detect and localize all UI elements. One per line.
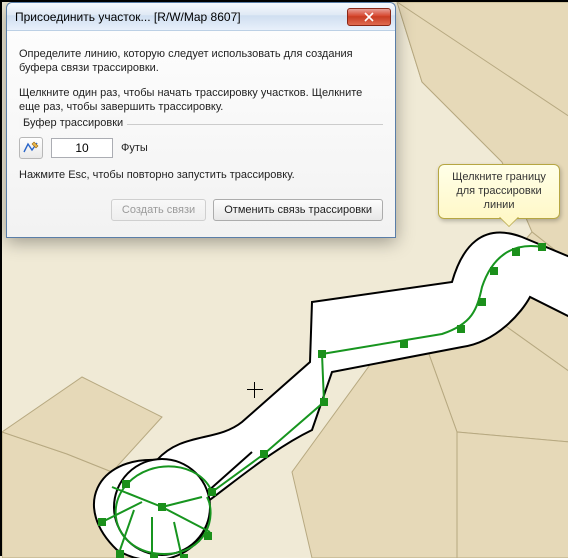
trace-tool-button[interactable] (19, 137, 43, 159)
instruction-line-1: Определите линию, которую следует исполь… (19, 47, 383, 76)
close-button[interactable] (347, 8, 391, 26)
buffer-group-label: Буфер трассировки (19, 117, 127, 129)
buffer-group: Буфер трассировки Футы (19, 124, 383, 159)
buffer-units-label: Футы (121, 142, 148, 154)
trace-pencil-icon (23, 141, 39, 155)
create-links-button[interactable]: Создать связи (111, 199, 206, 221)
instruction-line-2: Щелкните один раз, чтобы начать трассиро… (19, 86, 383, 115)
dialog-titlebar[interactable]: Присоединить участок... [R/W/Map 8607] (7, 3, 395, 31)
esc-hint: Нажмите Esc, чтобы повторно запустить тр… (19, 169, 383, 181)
trace-dialog: Присоединить участок... [R/W/Map 8607] О… (6, 2, 396, 238)
cancel-trace-button[interactable]: Отменить связь трассировки (213, 199, 383, 221)
close-icon (364, 12, 374, 22)
dialog-title: Присоединить участок... [R/W/Map 8607] (15, 10, 347, 24)
hint-callout: Щелкните границу для трассировки линии (438, 164, 560, 219)
buffer-value-input[interactable] (51, 138, 113, 158)
hint-callout-text: Щелкните границу для трассировки линии (452, 171, 546, 211)
cursor-crosshair (247, 382, 263, 398)
